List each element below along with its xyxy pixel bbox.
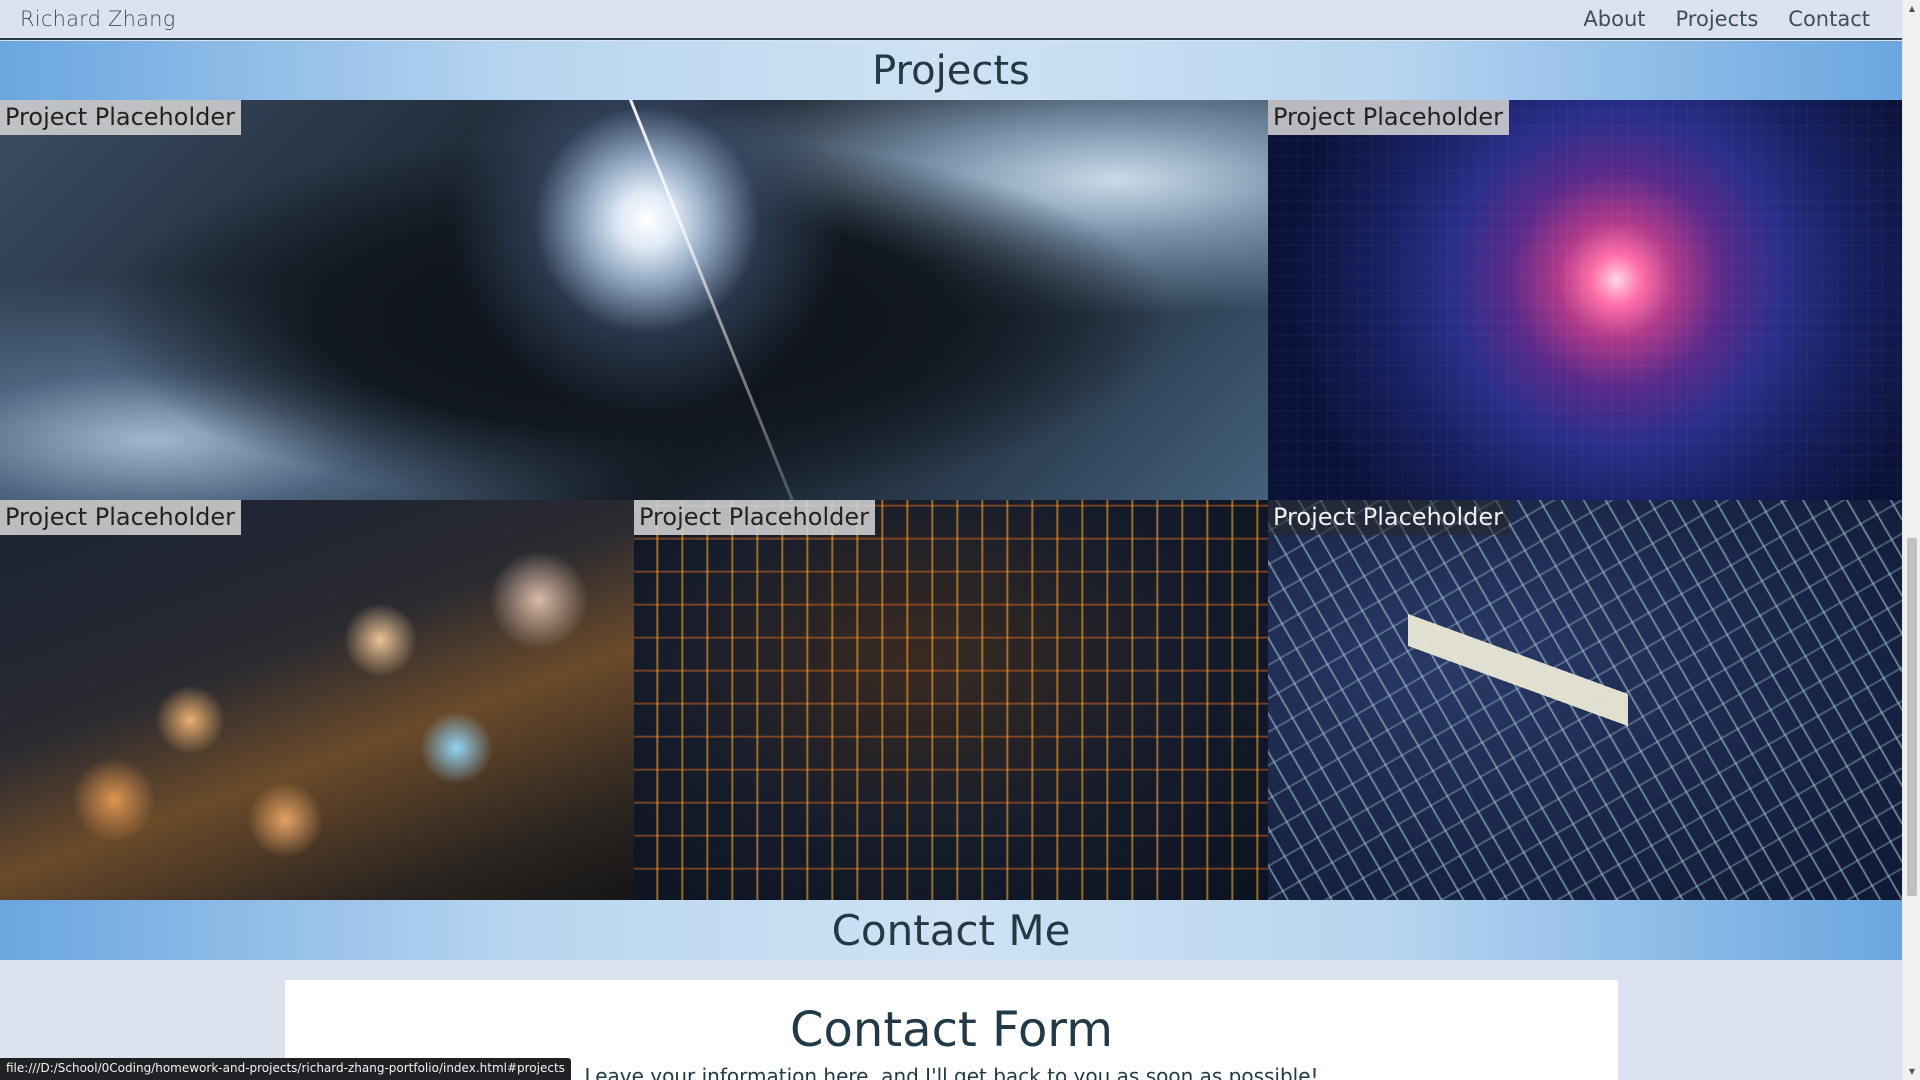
nav-link-about[interactable]: About [1583,7,1645,31]
contact-heading: Contact Me [0,900,1902,960]
project-tile-5[interactable]: Project Placeholder [1268,500,1902,900]
neon-tunnel-image [1268,100,1902,500]
orange-circuit-image [634,500,1268,900]
page: Richard Zhang About Projects Contact Pro… [0,0,1902,1080]
nav-link-projects[interactable]: Projects [1676,7,1759,31]
project-tile-3[interactable]: Project Placeholder [0,500,634,900]
project-label: Project Placeholder [1268,100,1509,135]
navbar: Richard Zhang About Projects Contact [0,0,1902,40]
project-label: Project Placeholder [0,500,241,535]
link-status-bar: file:///D:/School/0Coding/homework-and-p… [0,1058,571,1080]
project-label: Project Placeholder [1268,500,1509,535]
blue-circuit-board-image [1268,500,1902,900]
scroll-up-arrow-icon[interactable]: ▲ [1903,0,1920,17]
nav-links: About Projects Contact [1583,7,1882,31]
project-tile-1[interactable]: Project Placeholder [0,100,1268,500]
project-tile-2[interactable]: Project Placeholder [1268,100,1902,500]
city-bokeh-image [0,500,634,900]
project-tile-4[interactable]: Project Placeholder [634,500,1268,900]
scroll-down-arrow-icon[interactable]: ▼ [1903,1063,1920,1080]
project-label: Project Placeholder [634,500,875,535]
contact-form-title: Contact Form [790,1002,1113,1058]
projects-heading: Projects [0,41,1902,100]
brand-link[interactable]: Richard Zhang [20,7,176,31]
project-label: Project Placeholder [0,100,241,135]
nav-link-contact[interactable]: Contact [1788,7,1870,31]
vertical-scrollbar[interactable]: ▲ ▼ [1902,0,1920,1080]
scroll-thumb[interactable] [1907,538,1917,896]
space-nebula-image [0,100,1268,500]
